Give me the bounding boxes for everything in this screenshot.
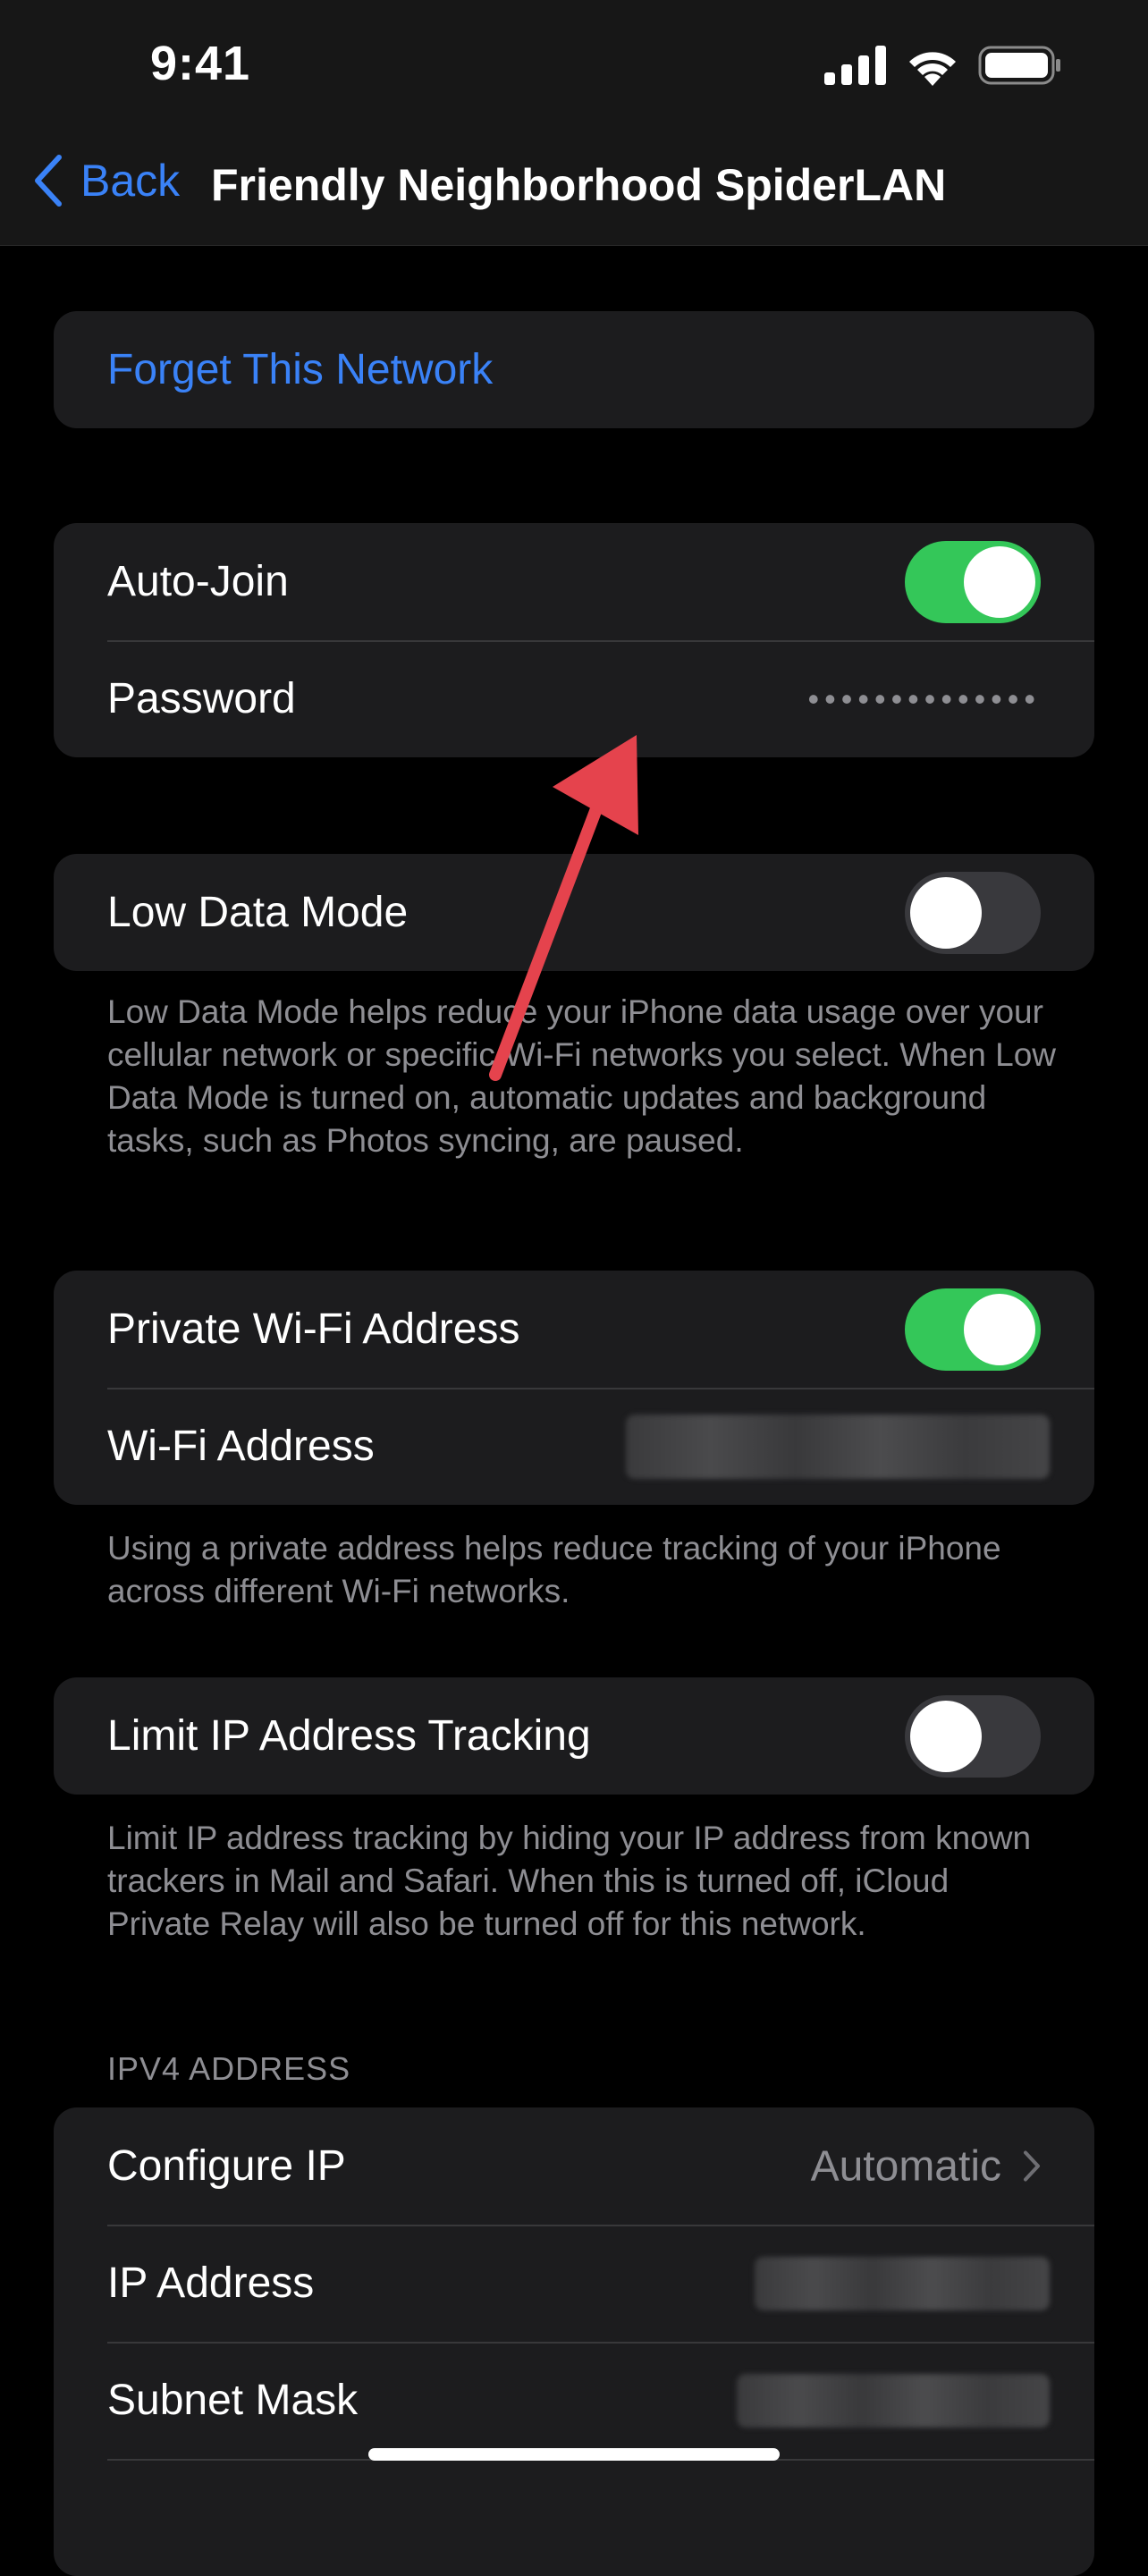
- low-data-row: Low Data Mode: [54, 854, 1094, 971]
- private-address-label: Private Wi-Fi Address: [107, 1305, 520, 1353]
- low-data-toggle[interactable]: [905, 871, 1041, 954]
- wifi-address-value-redacted: [626, 1414, 1050, 1479]
- configure-ip-value-wrap: Automatic: [811, 2141, 1041, 2191]
- forget-network-button[interactable]: Forget This Network: [54, 311, 1094, 428]
- subnet-mask-value-redacted: [737, 2373, 1050, 2428]
- auto-join-label: Auto-Join: [107, 558, 289, 605]
- chevron-right-icon: [1024, 2150, 1040, 2182]
- wifi-address-row: Wi-Fi Address: [54, 1388, 1094, 1505]
- private-address-toggle[interactable]: [905, 1288, 1041, 1371]
- ipv4-group: Configure IP Automatic IP Address Subnet…: [54, 2107, 1094, 2576]
- status-bar: 9:41: [0, 0, 1148, 134]
- router-row-partial: [54, 2459, 1094, 2576]
- page-title: Friendly Neighborhood SpiderLAN: [211, 160, 947, 210]
- forget-network-label: Forget This Network: [107, 346, 494, 393]
- cellular-signal-icon: [824, 46, 886, 85]
- password-row[interactable]: Password ••••••••••••••: [54, 640, 1094, 757]
- limit-ip-row: Limit IP Address Tracking: [54, 1677, 1094, 1795]
- limit-ip-footnote: Limit IP address tracking by hiding your…: [107, 1820, 1032, 1942]
- private-address-row: Private Wi-Fi Address: [54, 1271, 1094, 1388]
- chevron-left-icon: [35, 155, 62, 207]
- ip-address-value-redacted: [755, 2256, 1050, 2310]
- configure-ip-row[interactable]: Configure IP Automatic: [54, 2107, 1094, 2225]
- private-address-footnote: Using a private address helps reduce tra…: [107, 1530, 1001, 1609]
- auto-join-row: Auto-Join: [54, 523, 1094, 640]
- home-indicator: [368, 2448, 780, 2461]
- auto-join-toggle[interactable]: [905, 540, 1041, 623]
- low-data-label: Low Data Mode: [107, 889, 409, 936]
- wifi-icon: [909, 52, 956, 86]
- limit-ip-group: Limit IP Address Tracking: [54, 1677, 1094, 1795]
- subnet-mask-row: Subnet Mask: [54, 2342, 1094, 2459]
- limit-ip-label: Limit IP Address Tracking: [107, 1712, 591, 1760]
- join-settings-group: Auto-Join Password ••••••••••••••: [54, 523, 1094, 757]
- nav-bar: Back Friendly Neighborhood SpiderLAN: [0, 134, 1148, 246]
- status-icons: [824, 45, 1062, 86]
- limit-ip-toggle[interactable]: [905, 1694, 1041, 1778]
- ip-address-row: IP Address: [54, 2225, 1094, 2342]
- back-label: Back: [80, 156, 181, 206]
- toggle-knob: [910, 876, 982, 949]
- forget-network-group: Forget This Network: [54, 311, 1094, 428]
- ipv4-section-header: IPV4 ADDRESS: [107, 2050, 351, 2087]
- toggle-knob: [910, 1700, 982, 1772]
- password-value: ••••••••••••••: [807, 680, 1041, 717]
- toggle-knob: [964, 545, 1035, 618]
- toggle-knob: [964, 1293, 1035, 1365]
- back-button[interactable]: Back: [32, 154, 180, 207]
- configure-ip-value: Automatic: [810, 2142, 1001, 2190]
- status-time: 9:41: [150, 37, 251, 90]
- low-data-footnote: Low Data Mode helps reduce your iPhone d…: [107, 993, 1057, 1159]
- low-data-group: Low Data Mode: [54, 854, 1094, 971]
- battery-icon: [978, 46, 1060, 85]
- private-address-group: Private Wi-Fi Address Wi-Fi Address: [54, 1271, 1094, 1505]
